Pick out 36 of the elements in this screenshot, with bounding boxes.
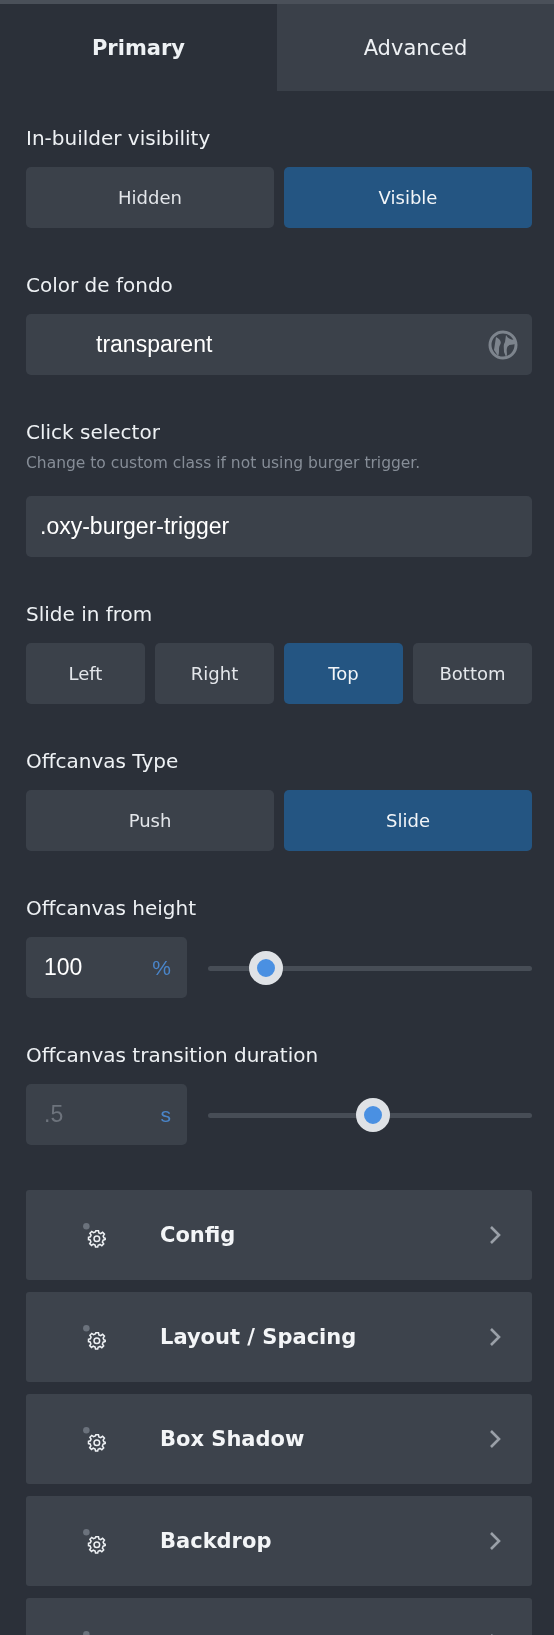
- option-button[interactable]: Right: [155, 643, 274, 704]
- color-field[interactable]: transparent: [26, 314, 532, 375]
- gear-icon: [82, 1528, 108, 1554]
- option-button[interactable]: Slide: [284, 790, 532, 851]
- section-header[interactable]: Layout / Spacing: [26, 1292, 532, 1382]
- section-header[interactable]: Config: [26, 1190, 532, 1280]
- section-header[interactable]: Box Shadow: [26, 1394, 532, 1484]
- gear-icon: [82, 1222, 108, 1248]
- option-button[interactable]: Left: [26, 643, 145, 704]
- field-label: Offcanvas height: [26, 895, 198, 922]
- field-label: Offcanvas transition duration: [26, 1042, 320, 1069]
- tab[interactable]: Advanced: [277, 4, 554, 91]
- option-button[interactable]: Push: [26, 790, 274, 851]
- chevron-icon: [488, 1428, 502, 1450]
- field-label: Offcanvas Type: [26, 748, 180, 775]
- slider[interactable]: [208, 1097, 532, 1132]
- field-label: Color de fondo: [26, 272, 174, 299]
- gear-icon: [82, 1324, 108, 1350]
- option-button[interactable]: Top: [284, 643, 403, 704]
- field-label: Click selector: [26, 419, 161, 446]
- chevron-icon: [488, 1224, 502, 1246]
- field-label: Slide in from: [26, 601, 154, 628]
- number-field[interactable]: 100 %: [26, 937, 187, 998]
- gear-icon: [82, 1426, 108, 1452]
- chevron-icon: [488, 1326, 502, 1348]
- field-label: In-builder visibility: [26, 125, 212, 152]
- slider-thumb[interactable]: [248, 950, 283, 985]
- option-button[interactable]: Bottom: [413, 643, 532, 704]
- slider-thumb[interactable]: [355, 1097, 390, 1132]
- slider[interactable]: [208, 950, 532, 985]
- section-header[interactable]: Backdrop: [26, 1496, 532, 1586]
- selector-field[interactable]: .oxy-burger-trigger: [26, 496, 532, 557]
- chevron-icon: [488, 1530, 502, 1552]
- option-button[interactable]: Visible: [284, 167, 532, 228]
- option-button[interactable]: Hidden: [26, 167, 274, 228]
- hint-text: Change to custom class if not using burger trigger.: [26, 453, 422, 474]
